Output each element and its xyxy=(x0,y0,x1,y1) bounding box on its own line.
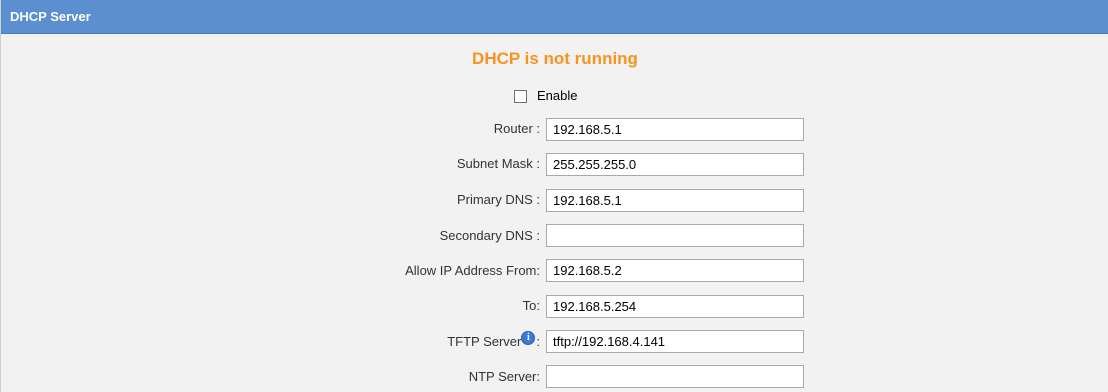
panel-header: DHCP Server xyxy=(1,0,1108,34)
panel-title: DHCP Server xyxy=(10,9,91,24)
subnet-mask-label: Subnet Mask : xyxy=(456,156,540,171)
secondary-dns-label: Secondary DNS : xyxy=(439,228,540,243)
dhcp-status-text: DHCP is not running xyxy=(472,49,638,68)
allow-ip-to-input[interactable]: 192.168.5.254 xyxy=(546,295,804,318)
primary-dns-input[interactable]: 192.168.5.1 xyxy=(546,189,804,212)
enable-row[interactable]: Enable xyxy=(514,88,577,104)
dhcp-server-panel: DHCP Server DHCP is not running Enable R… xyxy=(0,0,1108,392)
tftp-server-label-colon: : xyxy=(536,334,540,349)
secondary-dns-input[interactable] xyxy=(546,224,804,247)
enable-label[interactable]: Enable xyxy=(537,88,577,104)
enable-checkbox[interactable] xyxy=(514,89,527,103)
ntp-server-label: NTP Server: xyxy=(468,369,540,384)
allow-ip-from-input[interactable]: 192.168.5.2 xyxy=(546,259,804,282)
info-icon[interactable]: i xyxy=(521,331,536,345)
tftp-server-label-text: TFTP Server xyxy=(447,334,522,349)
allow-ip-to-label: To: xyxy=(522,298,540,313)
primary-dns-label: Primary DNS : xyxy=(456,192,540,207)
ntp-server-input[interactable] xyxy=(546,365,804,388)
tftp-server-input[interactable]: tftp://192.168.4.141 xyxy=(546,330,804,353)
router-input[interactable]: 192.168.5.1 xyxy=(546,118,804,141)
tftp-server-label: TFTP Server i: xyxy=(447,331,540,350)
allow-ip-from-label: Allow IP Address From: xyxy=(405,263,540,278)
subnet-mask-input[interactable]: 255.255.255.0 xyxy=(546,153,804,176)
router-label: Router : xyxy=(493,121,540,136)
